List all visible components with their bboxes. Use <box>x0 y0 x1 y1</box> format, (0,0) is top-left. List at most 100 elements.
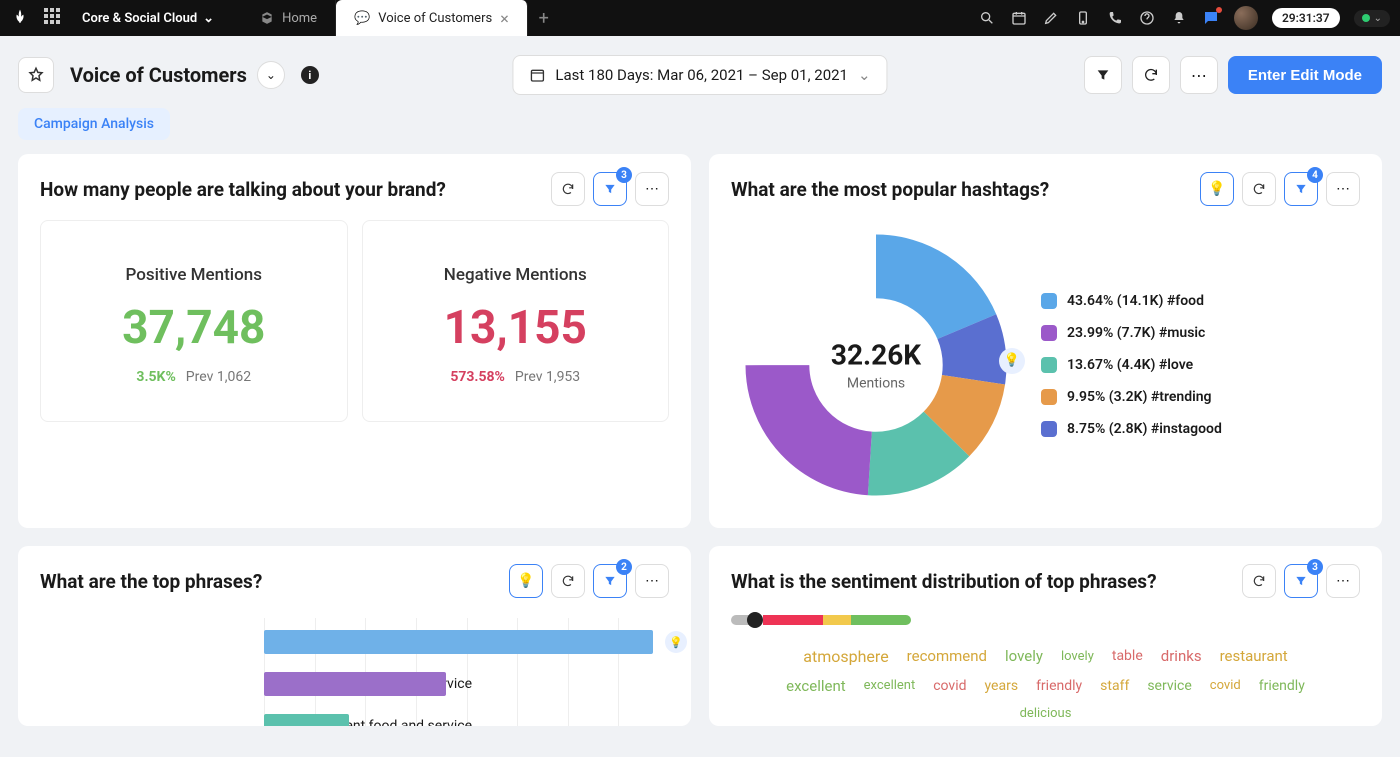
legend-item[interactable]: 9.95% (3.2K) #trending <box>1041 389 1222 405</box>
filter-button[interactable]: 3 <box>1284 564 1318 598</box>
bulb-icon: 💡 <box>517 573 534 589</box>
status-dot <box>1362 14 1370 22</box>
filter-button[interactable]: 4 <box>1284 172 1318 206</box>
metric-prev: Prev 1,953 <box>515 369 580 385</box>
date-range-picker[interactable]: Last 180 Days: Mar 06, 2021 – Sep 01, 20… <box>512 55 887 95</box>
word[interactable]: lovely <box>1005 647 1043 665</box>
device-icon[interactable] <box>1074 9 1092 27</box>
legend-text: 23.99% (7.7K) #music <box>1067 325 1205 341</box>
word[interactable]: table <box>1112 648 1143 664</box>
workspace-selector[interactable]: Core & Social Cloud ⌄ <box>74 11 222 26</box>
campaign-analysis-chip[interactable]: Campaign Analysis <box>18 108 170 140</box>
word[interactable]: friendly <box>1036 678 1082 694</box>
more-button[interactable]: ⋯ <box>635 172 669 206</box>
user-avatar[interactable] <box>1234 6 1258 30</box>
card-title: What are the top phrases? <box>40 570 262 593</box>
tab-label: Voice of Customers <box>378 11 492 26</box>
bulb-icon[interactable]: 💡 <box>999 348 1025 374</box>
filter-badge: 4 <box>1307 167 1323 183</box>
favorite-button[interactable] <box>18 57 54 93</box>
word[interactable]: covid <box>933 678 966 694</box>
word[interactable]: lovely <box>1061 649 1094 664</box>
legend-item[interactable]: 8.75% (2.8K) #instagood <box>1041 421 1222 437</box>
metric-change: 573.58% <box>450 369 505 385</box>
word[interactable]: atmosphere <box>803 647 888 666</box>
donut-legend: 43.64% (14.1K) #food 23.99% (7.7K) #musi… <box>1041 293 1222 437</box>
word[interactable]: delicious <box>1020 706 1072 721</box>
word[interactable]: friendly <box>1259 678 1305 694</box>
refresh-button[interactable] <box>1242 172 1276 206</box>
title-dropdown[interactable]: ⌄ <box>257 61 285 89</box>
legend-item[interactable]: 43.64% (14.1K) #food <box>1041 293 1222 309</box>
apps-grid-icon[interactable] <box>44 8 64 28</box>
legend-text: 13.67% (4.4K) #love <box>1067 357 1193 373</box>
refresh-button[interactable] <box>1132 56 1170 94</box>
filter-button[interactable]: 2 <box>593 564 627 598</box>
filter-button[interactable]: 3 <box>593 172 627 206</box>
metric-label: Negative Mentions <box>373 265 659 285</box>
bar-row[interactable]: food and service 💡 <box>264 622 669 662</box>
filter-badge: 3 <box>616 167 632 183</box>
metric-value: 37,748 <box>51 301 337 355</box>
chevron-down-icon: ⌄ <box>1374 13 1382 24</box>
legend-swatch <box>1041 357 1057 373</box>
word[interactable]: service <box>1147 678 1191 694</box>
bulb-icon[interactable]: 💡 <box>665 631 687 653</box>
filter-button[interactable] <box>1084 56 1122 94</box>
more-button[interactable]: ⋯ <box>1180 56 1218 94</box>
refresh-button[interactable] <box>551 172 585 206</box>
search-icon[interactable] <box>978 9 996 27</box>
chat-icon[interactable] <box>1202 9 1220 27</box>
new-tab-button[interactable]: + <box>528 0 560 36</box>
more-button[interactable]: ⋯ <box>1326 172 1360 206</box>
phone-icon[interactable] <box>1106 9 1124 27</box>
close-icon[interactable]: × <box>500 9 509 28</box>
word[interactable]: drinks <box>1161 647 1202 665</box>
help-icon[interactable] <box>1138 9 1156 27</box>
more-button[interactable]: ⋯ <box>1326 564 1360 598</box>
card-popular-hashtags: What are the most popular hashtags? 💡 4 … <box>709 154 1382 528</box>
refresh-button[interactable] <box>551 564 585 598</box>
filter-chip-row: Campaign Analysis <box>0 94 1400 154</box>
card-sentiment-distribution: What is the sentiment distribution of to… <box>709 546 1382 726</box>
edit-icon[interactable] <box>1042 9 1060 27</box>
legend-text: 43.64% (14.1K) #food <box>1067 293 1204 309</box>
word[interactable]: recommend <box>907 647 987 665</box>
word[interactable]: excellent <box>786 677 846 695</box>
legend-item[interactable]: 23.99% (7.7K) #music <box>1041 325 1222 341</box>
legend-swatch <box>1041 325 1057 341</box>
tab-strip: Home 💬 Voice of Customers × + <box>242 0 560 36</box>
word[interactable]: excellent <box>864 678 916 693</box>
enter-edit-mode-button[interactable]: Enter Edit Mode <box>1228 56 1382 94</box>
sentiment-slider[interactable] <box>731 612 911 628</box>
card-top-phrases: What are the top phrases? 💡 2 ⋯ food and… <box>18 546 691 726</box>
status-indicator[interactable]: ⌄ <box>1354 10 1390 27</box>
more-button[interactable]: ⋯ <box>635 564 669 598</box>
legend-swatch <box>1041 293 1057 309</box>
legend-text: 8.75% (2.8K) #instagood <box>1067 421 1222 437</box>
word[interactable]: covid <box>1210 678 1241 693</box>
topbar: Core & Social Cloud ⌄ Home 💬 Voice of Cu… <box>0 0 1400 36</box>
tab-voice-of-customers[interactable]: 💬 Voice of Customers × <box>336 0 528 36</box>
card-title: How many people are talking about your b… <box>40 178 446 201</box>
insight-button[interactable]: 💡 <box>509 564 543 598</box>
slider-thumb[interactable] <box>747 612 763 628</box>
insight-button[interactable]: 💡 <box>1200 172 1234 206</box>
info-icon[interactable]: i <box>301 66 319 84</box>
workspace-name: Core & Social Cloud <box>82 11 197 26</box>
bell-icon[interactable] <box>1170 9 1188 27</box>
word[interactable]: restaurant <box>1220 647 1288 665</box>
refresh-button[interactable] <box>1242 564 1276 598</box>
legend-item[interactable]: 13.67% (4.4K) #love <box>1041 357 1222 373</box>
positive-mentions-box: Positive Mentions 37,748 3.5K%Prev 1,062 <box>40 220 348 422</box>
word[interactable]: staff <box>1100 678 1129 694</box>
calendar-icon[interactable] <box>1010 9 1028 27</box>
tab-home[interactable]: Home <box>242 0 336 36</box>
donut-center-value: 32.26K <box>831 339 921 372</box>
chat-icon: 💬 <box>354 11 370 26</box>
app-logo[interactable] <box>6 4 34 32</box>
bar-row[interactable]: excellent food and service <box>264 706 669 726</box>
filter-badge: 3 <box>1307 559 1323 575</box>
word[interactable]: years <box>985 678 1019 694</box>
bar-row[interactable]: great food and service <box>264 664 669 704</box>
